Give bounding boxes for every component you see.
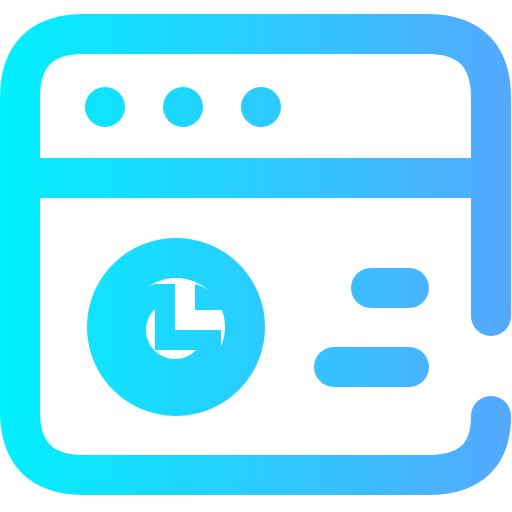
icon-canvas	[0, 0, 512, 512]
window-dot-3	[241, 87, 281, 127]
window-dot-1	[85, 87, 125, 127]
pie-chart-arm-horizontal	[155, 330, 221, 350]
window-dot-2	[163, 87, 203, 127]
browser-window-analytics-icon	[0, 0, 511, 495]
